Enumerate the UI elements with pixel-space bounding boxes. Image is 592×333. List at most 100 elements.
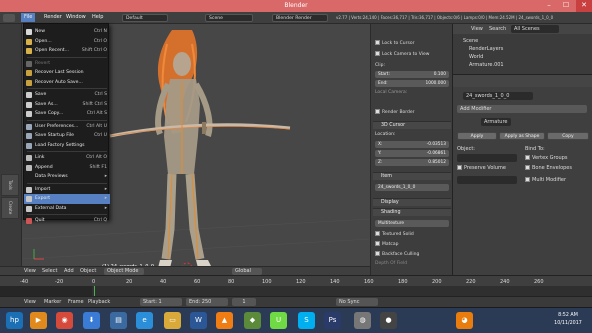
bone-envelopes-option[interactable]: Bone Envelopes <box>525 165 572 171</box>
mode-selector[interactable]: Object Mode <box>104 268 144 275</box>
orientation-selector[interactable]: Global <box>232 268 262 275</box>
media-player-icon[interactable]: ▶ <box>30 312 47 329</box>
panel-shading[interactable]: Shading <box>373 208 451 216</box>
download-icon[interactable]: ⬇ <box>83 312 100 329</box>
file-menu-item-open-recent[interactable]: Open Recent... Shift Ctrl O <box>24 46 110 56</box>
layout-selector[interactable]: Default <box>122 14 168 22</box>
timeline-frame-menu[interactable]: Frame <box>68 299 84 305</box>
scene-selector[interactable]: Scene <box>205 14 253 22</box>
close-button[interactable]: ✕ <box>576 0 592 12</box>
file-menu-item-save-as[interactable]: Save As... Shift Ctrl S <box>24 100 110 110</box>
photoshop-icon[interactable]: Ps <box>324 312 341 329</box>
render-border-option[interactable]: Render Border <box>375 109 449 115</box>
app-icon[interactable]: ◆ <box>244 312 261 329</box>
file-menu-item-append[interactable]: Append Shift F1 <box>24 163 110 173</box>
file-menu-item-user-preferences[interactable]: User Preferences... Ctrl Alt U <box>24 122 110 132</box>
chrome-icon[interactable]: ◉ <box>56 312 73 329</box>
folder-icon[interactable]: ▭ <box>164 312 181 329</box>
vertex-group-field[interactable] <box>457 176 517 184</box>
file-menu-item-save-copy[interactable]: Save Copy... Ctrl Alt S <box>24 109 110 119</box>
menu-help[interactable]: Help <box>92 14 103 20</box>
cursor-x-field[interactable]: X: -0.03513 <box>375 141 449 148</box>
system-clock[interactable]: 8:52 AM 10/11/2017 <box>547 312 589 328</box>
file-menu-item-open[interactable]: Open... Ctrl O <box>24 37 110 47</box>
file-menu-item-external-data[interactable]: External Data ▸ <box>24 204 110 214</box>
clip-start-field[interactable]: Start: 0.100 <box>375 71 449 78</box>
tab-create[interactable]: Create <box>1 197 19 219</box>
outliner-row[interactable]: Armature.001 <box>469 62 504 68</box>
outliner-display-select[interactable]: All Scenes <box>511 25 559 33</box>
editor-type-icon[interactable] <box>3 14 15 22</box>
timeline-area[interactable] <box>0 286 592 296</box>
properties-tabs[interactable] <box>453 75 592 87</box>
ie-icon[interactable]: e <box>136 312 153 329</box>
file-menu-item-new[interactable]: New Ctrl N <box>24 27 110 37</box>
outliner-row[interactable]: RenderLayers <box>469 46 503 52</box>
backface-culling-option[interactable]: Backface Culling <box>375 251 449 257</box>
vlc-icon[interactable]: ▲ <box>216 312 233 329</box>
menu-window[interactable]: Window <box>66 14 86 20</box>
matcap-option[interactable]: Matcap <box>375 241 449 247</box>
select-menu[interactable]: Select <box>42 268 57 274</box>
lock-camera-option[interactable]: Lock Camera to View <box>375 51 449 57</box>
outliner-row[interactable]: World <box>469 54 483 60</box>
outliner-row[interactable]: Scene <box>463 38 478 44</box>
timeline-view-menu[interactable]: View <box>24 299 36 305</box>
modifier-name-field[interactable]: Armature <box>481 118 511 126</box>
upwork-icon[interactable]: U <box>270 312 287 329</box>
minimize-button[interactable]: – <box>541 0 557 12</box>
object-menu[interactable]: Object <box>80 268 96 274</box>
apply-button[interactable]: Apply <box>457 132 497 140</box>
end-frame-field[interactable]: End: 250 <box>186 298 228 306</box>
cursor-y-field[interactable]: Y: -0.06861 <box>375 150 449 157</box>
outliner-search-menu[interactable]: Search <box>489 26 506 32</box>
file-menu-item-data-previews[interactable]: Data Previews ▸ <box>24 172 110 182</box>
add-menu[interactable]: Add <box>64 268 74 274</box>
add-modifier-button[interactable]: Add Modifier <box>457 105 587 113</box>
timeline-marker-menu[interactable]: Marker <box>44 299 61 305</box>
cursor-z-field[interactable]: Z: 0.85012 <box>375 159 449 166</box>
copy-button[interactable]: Copy <box>547 132 589 140</box>
file-menu-item-quit[interactable]: Quit Ctrl Q <box>24 216 110 226</box>
clip-end-field[interactable]: End: 1000.000 <box>375 80 449 87</box>
file-menu-item-revert[interactable]: Revert <box>24 59 110 69</box>
file-menu-item-load-factory-settings[interactable]: Load Factory Settings <box>24 141 110 151</box>
hp-icon[interactable]: hp <box>6 312 23 329</box>
apply-as-shape-button[interactable]: Apply as Shape <box>499 132 545 140</box>
maximize-button[interactable]: ☐ <box>558 0 574 12</box>
multi-modifier-option[interactable]: Multi Modifier <box>525 177 566 183</box>
current-frame-field[interactable]: 1 <box>232 298 256 306</box>
file-menu-item-save-startup-file[interactable]: Save Startup File Ctrl U <box>24 131 110 141</box>
textured-solid-option[interactable]: Textured Solid <box>375 231 449 237</box>
file-menu-item-link[interactable]: Link Ctrl Alt O <box>24 153 110 163</box>
preserve-volume-option[interactable]: Preserve Volume <box>457 165 506 171</box>
outliner-view-menu[interactable]: View <box>471 26 483 32</box>
file-menu-item-export[interactable]: Export ▸ <box>24 194 110 204</box>
word-icon[interactable]: W <box>190 312 207 329</box>
menu-render[interactable]: Render <box>44 14 62 20</box>
item-name-field[interactable]: 24_swords_1_0_0 <box>375 184 449 191</box>
vertex-groups-option[interactable]: Vertex Groups <box>525 155 568 161</box>
file-menu-item-recover-last-session[interactable]: Recover Last Session <box>24 68 110 78</box>
menu-file[interactable]: File <box>21 13 36 22</box>
blender-icon[interactable]: ◕ <box>456 312 473 329</box>
file-menu-item-import[interactable]: Import ▸ <box>24 185 110 195</box>
skype-icon[interactable]: S <box>298 312 315 329</box>
object-field[interactable] <box>457 154 517 162</box>
obs-icon[interactable]: ● <box>380 312 397 329</box>
shading-mode-select[interactable]: Multitexture <box>375 220 449 227</box>
view-menu[interactable]: View <box>24 268 36 274</box>
tab-tools[interactable]: Tools <box>1 174 19 196</box>
panel-display[interactable]: Display <box>373 198 451 206</box>
file-menu-item-save[interactable]: Save Ctrl S <box>24 90 110 100</box>
panel-3d-cursor[interactable]: 3D Cursor <box>373 121 451 129</box>
explorer-icon[interactable]: ▤ <box>110 312 127 329</box>
lock-cursor-option[interactable]: Lock to Cursor <box>375 40 449 46</box>
camera-icon[interactable]: ◍ <box>354 312 371 329</box>
object-name-field[interactable]: 24_swords_1_0_0 <box>463 92 533 100</box>
file-menu-item-recover-auto-save[interactable]: Recover Auto Save... <box>24 78 110 88</box>
timeline-playback-menu[interactable]: Playback <box>88 299 110 305</box>
render-engine-selector[interactable]: Blender Render <box>272 14 328 22</box>
panel-item[interactable]: Item <box>373 172 451 180</box>
start-frame-field[interactable]: Start: 1 <box>140 298 182 306</box>
